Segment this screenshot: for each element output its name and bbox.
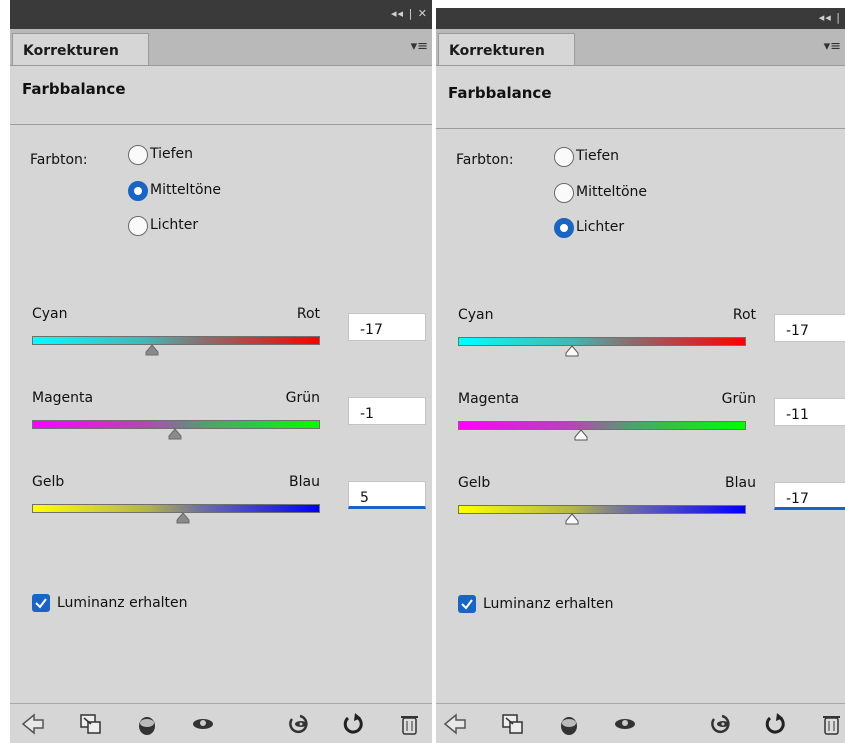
bottom-toolbar [10, 704, 432, 743]
radio-label: Lichter [150, 217, 199, 233]
slider-cyan-rot: Cyan Rot -17 [32, 306, 430, 366]
radio-button[interactable] [128, 216, 148, 236]
tone-label: Farbton: [30, 152, 88, 168]
adjustment-title: Farbbalance [448, 84, 552, 102]
radio-label: Tiefen [576, 148, 620, 164]
refresh-icon[interactable] [762, 711, 788, 737]
panel-menu-icon[interactable]: ▾≡ [824, 39, 841, 54]
divider [436, 128, 845, 129]
value-input[interactable]: -17 [348, 313, 426, 341]
divider [10, 124, 432, 125]
tab-korrekturen[interactable]: Korrekturen [12, 33, 149, 65]
tab-strip: Korrekturen ▾≡ [10, 29, 432, 66]
checkbox[interactable] [32, 594, 50, 612]
radio-label: Tiefen [150, 146, 194, 162]
back-arrow-icon[interactable] [442, 711, 468, 737]
visibility-eye-icon[interactable] [612, 711, 638, 737]
slider-left-label: Magenta [32, 390, 94, 406]
visibility-eye-icon[interactable] [190, 711, 216, 737]
slider-left-label: Gelb [32, 474, 65, 490]
checkbox-label: Luminanz erhalten [57, 595, 188, 611]
adjustment-title: Farbbalance [22, 80, 126, 98]
tab-label: Korrekturen [23, 43, 119, 59]
radio-button[interactable] [128, 145, 148, 165]
slider-left-label: Cyan [32, 306, 68, 322]
collapse-icon[interactable]: ◂◂ | ✕ [391, 7, 428, 20]
checkbox-label: Luminanz erhalten [483, 596, 614, 612]
adjustments-panel-right: ◂◂ | Korrekturen ▾≡ Farbbalance Farbton:… [436, 8, 845, 743]
tab-label: Korrekturen [449, 43, 545, 59]
slider-left-label: Gelb [458, 475, 491, 491]
bottom-toolbar [436, 704, 845, 743]
radio-label: Mitteltöne [150, 182, 221, 198]
slider-left-label: Magenta [458, 391, 520, 407]
clip-to-layer-icon[interactable] [500, 711, 526, 737]
slider-track[interactable] [458, 337, 746, 346]
tab-strip: Korrekturen ▾≡ [436, 29, 845, 66]
tone-label: Farbton: [456, 152, 514, 168]
value-input[interactable]: 5 [348, 481, 426, 509]
slider-track[interactable] [458, 505, 746, 514]
view-previous-state-icon[interactable] [134, 711, 160, 737]
reset-icon[interactable] [708, 711, 734, 737]
adjustments-panel-left: ◂◂ | ✕ Korrekturen ▾≡ Farbbalance Farbto… [10, 0, 432, 743]
slider-right-label: Grün [721, 391, 756, 407]
value-input[interactable]: -1 [348, 397, 426, 425]
radio-button[interactable] [554, 218, 574, 238]
checkbox[interactable] [458, 595, 476, 613]
radio-label: Mitteltöne [576, 184, 647, 200]
slider-magenta-gruen: Magenta Grün -11 [458, 391, 845, 451]
refresh-icon[interactable] [340, 711, 366, 737]
slider-track[interactable] [458, 421, 746, 430]
back-arrow-icon[interactable] [20, 711, 46, 737]
slider-right-label: Rot [732, 307, 756, 323]
panel-menu-icon[interactable]: ▾≡ [411, 39, 428, 54]
panel-title-bar: ◂◂ | ✕ [10, 0, 432, 29]
tab-korrekturen[interactable]: Korrekturen [438, 33, 575, 65]
trash-icon[interactable] [396, 711, 422, 737]
radio-button[interactable] [554, 183, 574, 203]
radio-button[interactable] [554, 147, 574, 167]
trash-icon[interactable] [818, 711, 844, 737]
panel-title-bar: ◂◂ | [436, 8, 845, 29]
slider-cyan-rot: Cyan Rot -17 [458, 307, 845, 367]
value-input[interactable]: -17 [774, 314, 845, 342]
slider-right-label: Rot [296, 306, 320, 322]
radio-label: Lichter [576, 219, 625, 235]
collapse-icon[interactable]: ◂◂ | [819, 11, 841, 24]
reset-icon[interactable] [286, 711, 312, 737]
slider-right-label: Blau [289, 474, 320, 490]
value-input[interactable]: -17 [774, 482, 845, 510]
value-input[interactable]: -11 [774, 398, 845, 426]
radio-button[interactable] [128, 181, 148, 201]
clip-to-layer-icon[interactable] [78, 711, 104, 737]
view-previous-state-icon[interactable] [556, 711, 582, 737]
slider-right-label: Blau [725, 475, 756, 491]
slider-magenta-gruen: Magenta Grün -1 [32, 390, 430, 450]
slider-gelb-blau: Gelb Blau 5 [32, 474, 430, 534]
slider-gelb-blau: Gelb Blau -17 [458, 475, 845, 535]
slider-left-label: Cyan [458, 307, 494, 323]
slider-right-label: Grün [285, 390, 320, 406]
slider-track[interactable] [32, 336, 320, 345]
